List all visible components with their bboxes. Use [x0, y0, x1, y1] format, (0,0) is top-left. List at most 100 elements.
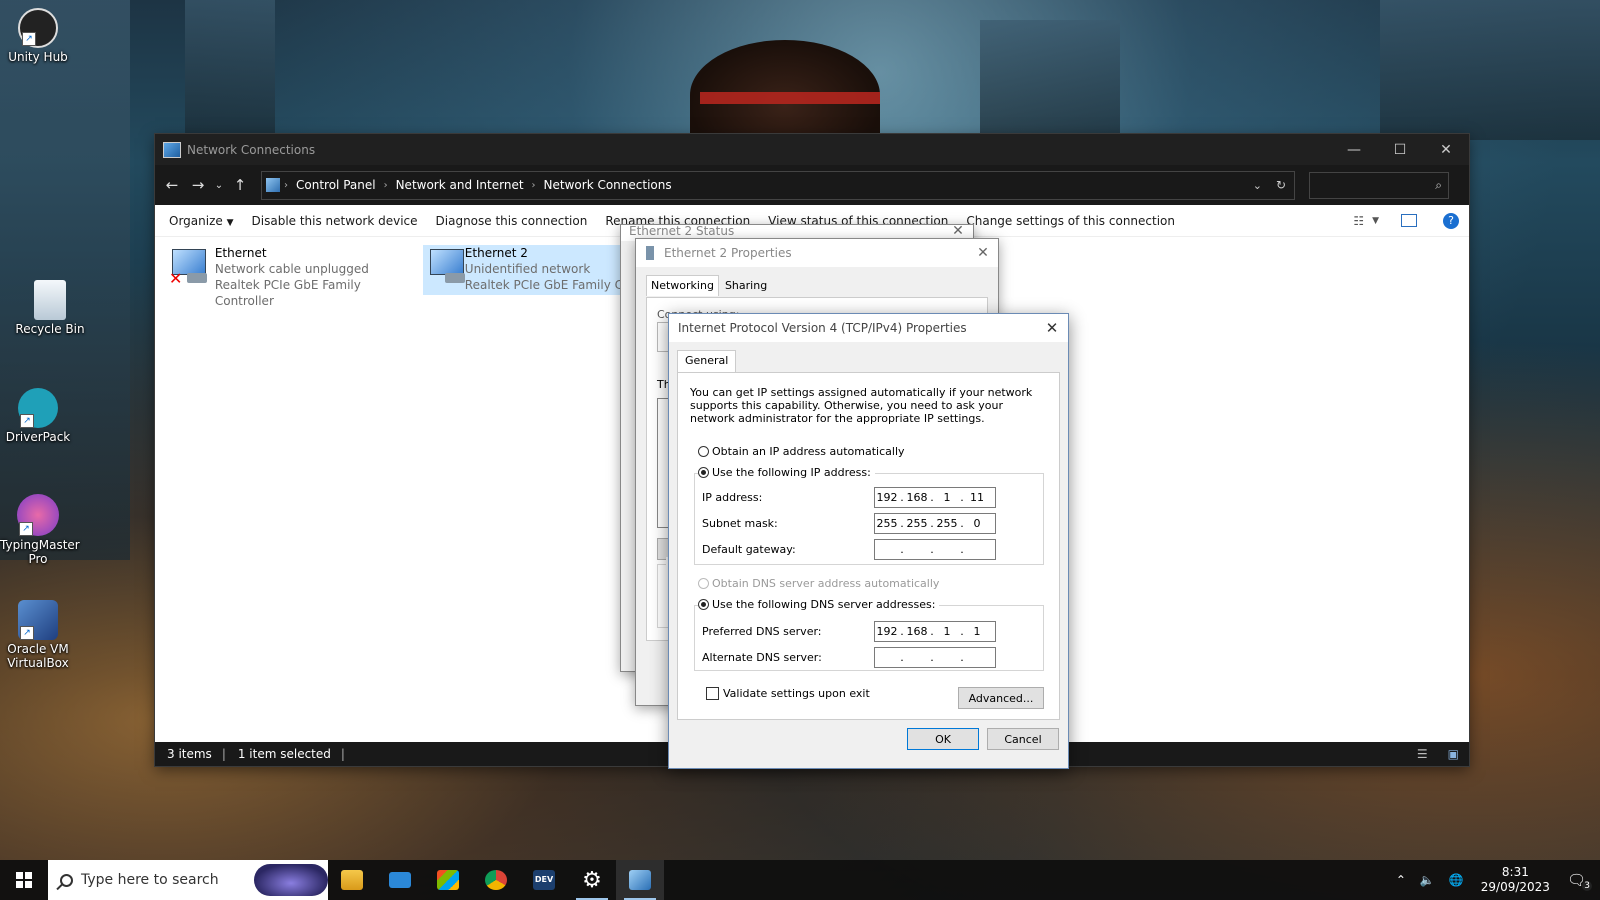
checkbox-box — [706, 687, 719, 700]
radio-dot — [698, 467, 709, 478]
taskbar-chrome[interactable] — [472, 860, 520, 900]
organize-menu[interactable]: Organize ▼ — [169, 214, 234, 228]
use-following-ip-radio[interactable]: Use the following IP address: — [698, 466, 875, 479]
dialog-title: Ethernet 2 Status — [629, 224, 735, 238]
search-input[interactable]: ⌕ — [1309, 171, 1449, 199]
ip-octet: 168 — [906, 491, 928, 504]
desktop-icon-label: DriverPack — [5, 430, 71, 444]
notification-center-icon[interactable]: 🗨 3 — [1567, 871, 1592, 891]
preferred-dns-field[interactable]: 192. 168. 1. 1 — [874, 621, 996, 642]
subnet-mask-field[interactable]: 255. 255. 255. 0 — [874, 513, 996, 534]
ip-octet: 168 — [906, 625, 928, 638]
forward-icon[interactable]: → — [185, 176, 211, 194]
ip-octet: 1 — [943, 491, 951, 504]
title-bar: Network Connections — ☐ ✕ — [155, 134, 1469, 165]
driverpack-icon: ↗ — [18, 388, 58, 428]
chevron-down-icon[interactable]: ▼ — [1372, 216, 1379, 226]
desktop-icon-driverpack[interactable]: ↗ DriverPack — [0, 388, 76, 444]
address-dropdown-icon[interactable]: ⌄ — [1253, 179, 1262, 192]
use-following-dns-radio[interactable]: Use the following DNS server addresses: — [698, 598, 940, 611]
default-gateway-label: Default gateway: — [702, 543, 796, 556]
validate-settings-checkbox[interactable]: Validate settings upon exit — [706, 687, 870, 700]
cancel-button[interactable]: Cancel — [987, 728, 1059, 750]
connection-item-ethernet-2[interactable]: Ethernet 2 Unidentified network Realtek … — [423, 245, 623, 295]
start-button[interactable] — [0, 860, 48, 900]
clock[interactable]: 8:31 29/09/2023 — [1481, 865, 1550, 895]
diagnose-button[interactable]: Diagnose this connection — [436, 214, 588, 228]
disconnected-icon: ✕ — [169, 269, 183, 288]
alternate-dns-label: Alternate DNS server: — [702, 651, 822, 664]
desktop-icon-label: Unity Hub — [8, 50, 68, 64]
close-icon[interactable]: ✕ — [1036, 319, 1068, 337]
refresh-icon[interactable]: ↻ — [1276, 178, 1286, 192]
windows-logo-icon — [16, 872, 32, 888]
desktop-icon-typingmaster[interactable]: ↗ TypingMaster Pro — [0, 494, 80, 566]
close-icon[interactable]: ✕ — [943, 223, 973, 239]
details-view-icon[interactable]: ☰ — [1417, 747, 1428, 761]
advanced-button[interactable]: Advanced... — [958, 687, 1044, 709]
ip-octet: 0 — [973, 517, 981, 530]
recent-chevron-icon[interactable]: ⌄ — [211, 180, 227, 191]
taskbar-dev-home[interactable]: DEV — [520, 860, 568, 900]
taskbar-file-explorer[interactable] — [328, 860, 376, 900]
change-settings-button[interactable]: Change settings of this connection — [966, 214, 1175, 228]
search-placeholder: Type here to search — [81, 872, 219, 888]
ip-octet: 192 — [876, 625, 898, 638]
alternate-dns-field[interactable]: . . . — [874, 647, 996, 668]
search-highlight-image — [254, 864, 328, 896]
obtain-dns-auto-radio[interactable]: Obtain DNS server address automatically — [698, 577, 939, 590]
desktop-icon-virtualbox[interactable]: ↗ Oracle VM VirtualBox — [0, 600, 76, 670]
item-count: 3 items — [167, 747, 212, 761]
taskbar-settings[interactable]: ⚙ — [568, 860, 616, 900]
notification-badge: 3 — [1582, 881, 1592, 891]
back-icon[interactable]: ← — [159, 176, 185, 194]
ip-octet: 255 — [936, 517, 958, 530]
address-toolbar: ← → ⌄ ↑ › Control Panel › Network and In… — [155, 165, 1469, 205]
maximize-button[interactable]: ☐ — [1377, 134, 1423, 165]
search-icon — [60, 873, 73, 887]
volume-icon[interactable]: 🔈 — [1420, 873, 1435, 887]
breadcrumb-control-panel[interactable]: Control Panel — [296, 178, 376, 192]
preferred-dns-row: Preferred DNS server: 192. 168. 1. 1 — [702, 621, 996, 642]
radio-label: Obtain an IP address automatically — [712, 445, 905, 458]
wallpaper-headband — [700, 92, 880, 104]
dev-icon: DEV — [533, 870, 555, 890]
connection-item-ethernet[interactable]: ✕ Ethernet Network cable unplugged Realt… — [165, 245, 413, 308]
taskbar-network-connections[interactable] — [616, 860, 664, 900]
tab-general[interactable]: General — [677, 350, 737, 372]
disable-device-button[interactable]: Disable this network device — [252, 214, 418, 228]
minimize-button[interactable]: — — [1331, 134, 1377, 165]
default-gateway-field[interactable]: . . . — [874, 539, 996, 560]
radio-dot — [698, 446, 709, 457]
large-icons-view-icon[interactable]: ▣ — [1448, 747, 1459, 761]
general-panel: You can get IP settings assigned automat… — [677, 372, 1060, 720]
network-globe-icon[interactable]: 🌐 — [1449, 873, 1464, 887]
chevron-up-icon[interactable]: ⌃ — [1396, 873, 1406, 887]
breadcrumb-network-connections[interactable]: Network Connections — [544, 178, 672, 192]
help-icon[interactable]: ? — [1443, 212, 1459, 229]
obtain-ip-auto-radio[interactable]: Obtain an IP address automatically — [698, 445, 905, 458]
breadcrumb-network-and-internet[interactable]: Network and Internet — [396, 178, 524, 192]
taskbar-store[interactable] — [424, 860, 472, 900]
ip-address-field[interactable]: 192. 168. 1. 11 — [874, 487, 996, 508]
taskbar-mail[interactable] — [376, 860, 424, 900]
breadcrumb-separator: › — [531, 179, 536, 191]
desktop-icon-unity-hub[interactable]: ↗ Unity Hub — [0, 8, 76, 64]
preview-pane-icon[interactable] — [1401, 214, 1417, 227]
network-adapter-icon — [427, 247, 465, 285]
up-icon[interactable]: ↑ — [227, 176, 253, 194]
close-button[interactable]: ✕ — [1423, 134, 1469, 165]
view-options-icon[interactable]: ☷ — [1353, 214, 1364, 228]
ok-button[interactable]: OK — [907, 728, 979, 750]
tab-networking[interactable]: Networking — [646, 275, 719, 296]
radio-dot — [698, 599, 709, 610]
typingmaster-icon: ↗ — [17, 494, 59, 536]
address-bar[interactable]: › Control Panel › Network and Internet ›… — [261, 170, 1295, 200]
chevron-down-icon: ▼ — [226, 217, 234, 228]
radio-label: Obtain DNS server address automatically — [712, 577, 940, 590]
close-icon[interactable]: ✕ — [968, 245, 998, 261]
tab-sharing[interactable]: Sharing — [719, 275, 773, 296]
network-connections-icon — [629, 870, 651, 890]
desktop-icon-recycle-bin[interactable]: Recycle Bin — [12, 280, 88, 336]
taskbar-search-box[interactable]: Type here to search — [48, 860, 328, 900]
